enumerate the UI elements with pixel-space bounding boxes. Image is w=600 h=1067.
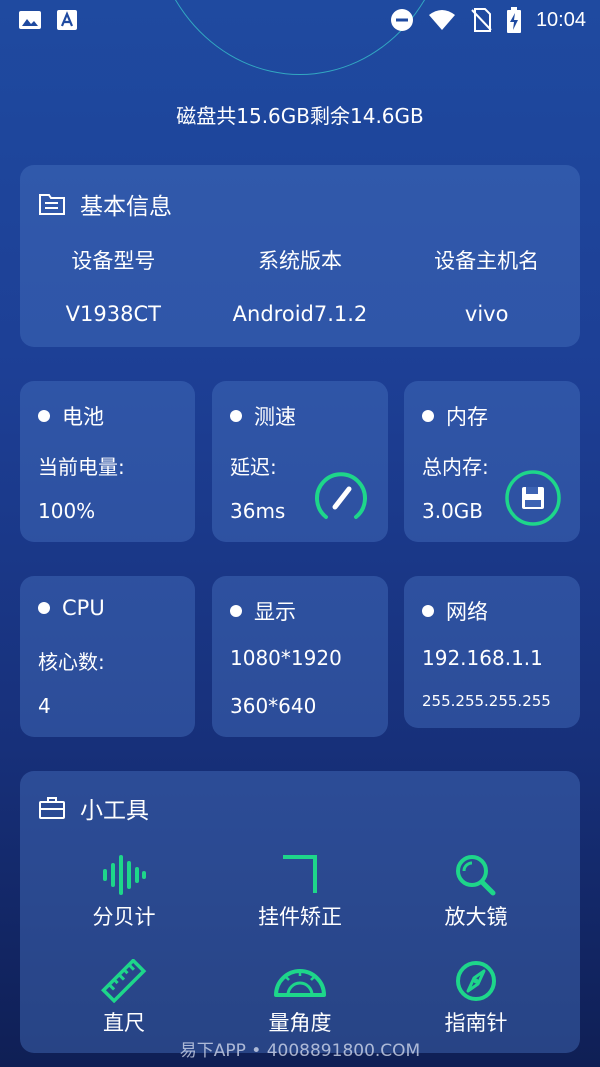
magnifier-icon (456, 855, 496, 896)
corner-bracket-icon (283, 855, 317, 893)
basic-info-card: 基本信息 设备型号 系统版本 设备主机名 V1938CT Android7.1.… (20, 165, 580, 347)
hostname-label: 设备主机名 (434, 249, 540, 273)
battery-tile[interactable]: 电池 当前电量: 100% (20, 381, 195, 542)
magnifier-label: 放大镜 (444, 905, 508, 929)
speed-title: 测速 (254, 405, 296, 429)
basic-info-title: 基本信息 (80, 194, 172, 220)
decibel-meter-label: 分贝计 (92, 905, 156, 929)
bullet-dot (422, 410, 434, 422)
battery-charging-icon (506, 7, 521, 33)
resolution-value: 1080*1920 (230, 646, 342, 670)
basic-info-header: 基本信息 (38, 187, 172, 221)
pendant-correction-label: 挂件矫正 (258, 905, 342, 929)
image-icon (19, 11, 41, 29)
subnet-mask-value: 255.255.255.255 (422, 692, 551, 710)
tools-header: 小工具 (38, 791, 149, 825)
ip-address-value: 192.168.1.1 (422, 646, 543, 670)
dp-resolution-value: 360*640 (230, 694, 317, 718)
compass-tool[interactable]: 指南针 (388, 959, 564, 1037)
device-model-value: V1938CT (65, 302, 161, 326)
total-memory-label: 总内存: (422, 455, 489, 479)
battery-value: 100% (38, 499, 96, 523)
ruler-label: 直尺 (103, 1011, 145, 1035)
core-count-label: 核心数: (38, 650, 105, 674)
compass-label: 指南针 (444, 1011, 508, 1035)
cpu-title: CPU (62, 596, 105, 620)
protractor-tool[interactable]: 量角度 (212, 959, 388, 1037)
basic-info-values: V1938CT Android7.1.2 vivo (20, 302, 580, 326)
bullet-dot (230, 410, 242, 422)
tools-card: 小工具 分贝计 挂件矫正 放大镜 直尺 量角度 指南针 (20, 771, 580, 1053)
core-count-value: 4 (38, 694, 51, 718)
total-memory-value: 3.0GB (422, 499, 484, 523)
wifi-icon (428, 10, 455, 30)
magnifier-tool[interactable]: 放大镜 (388, 853, 564, 931)
battery-label: 当前电量: (38, 455, 125, 479)
network-tile[interactable]: 网络 192.168.1.1 255.255.255.255 (404, 576, 580, 728)
latency-label: 延迟: (230, 455, 277, 479)
battery-tile-header: 电池 (38, 401, 104, 431)
do-not-disturb-icon (390, 9, 413, 31)
cpu-tile-header: CPU (38, 596, 105, 620)
display-tile-header: 显示 (230, 596, 296, 626)
display-title: 显示 (254, 600, 296, 624)
hostname-value: vivo (464, 302, 509, 326)
briefcase-icon (39, 797, 65, 819)
clock: 10:04 (535, 8, 586, 31)
memory-tile-header: 内存 (422, 401, 488, 431)
speedometer-icon (315, 472, 367, 519)
watermark: 易下APP • 4008891800.COM (179, 1041, 421, 1061)
save-icon (505, 470, 561, 526)
network-tile-header: 网络 (422, 596, 488, 626)
bullet-dot (230, 605, 242, 617)
speed-tile-header: 测速 (230, 401, 296, 431)
storage-summary: 磁盘共15.6GB剩余14.6GB (176, 104, 424, 128)
battery-title: 电池 (62, 405, 104, 429)
decibel-meter-tool[interactable]: 分贝计 (36, 853, 212, 931)
pendant-correction-tool[interactable]: 挂件矫正 (212, 853, 388, 931)
memory-title: 内存 (446, 405, 488, 429)
device-model-label: 设备型号 (71, 249, 156, 273)
sound-wave-icon (103, 855, 146, 895)
network-title: 网络 (446, 600, 488, 624)
tools-title: 小工具 (80, 798, 149, 824)
folder-icon (39, 194, 65, 215)
speed-tile[interactable]: 测速 延迟: 36ms (212, 381, 388, 542)
font-icon (57, 10, 77, 30)
cpu-tile[interactable]: CPU 核心数: 4 (20, 576, 195, 737)
no-sim-icon (471, 8, 492, 32)
display-tile[interactable]: 显示 1080*1920 360*640 (212, 576, 388, 737)
system-version-label: 系统版本 (257, 249, 342, 273)
status-bar: 10:04 (0, 0, 600, 40)
bullet-dot (422, 605, 434, 617)
ruler-icon (101, 959, 147, 1003)
compass-icon (456, 961, 496, 1001)
bullet-dot (38, 410, 50, 422)
basic-info-headers: 设备型号 系统版本 设备主机名 (20, 245, 580, 275)
protractor-icon (274, 969, 326, 997)
bullet-dot (38, 602, 50, 614)
latency-value: 36ms (230, 499, 286, 523)
ruler-tool[interactable]: 直尺 (36, 959, 212, 1037)
memory-tile[interactable]: 内存 总内存: 3.0GB (404, 381, 580, 542)
protractor-label: 量角度 (268, 1011, 332, 1035)
system-version-value: Android7.1.2 (232, 302, 368, 326)
